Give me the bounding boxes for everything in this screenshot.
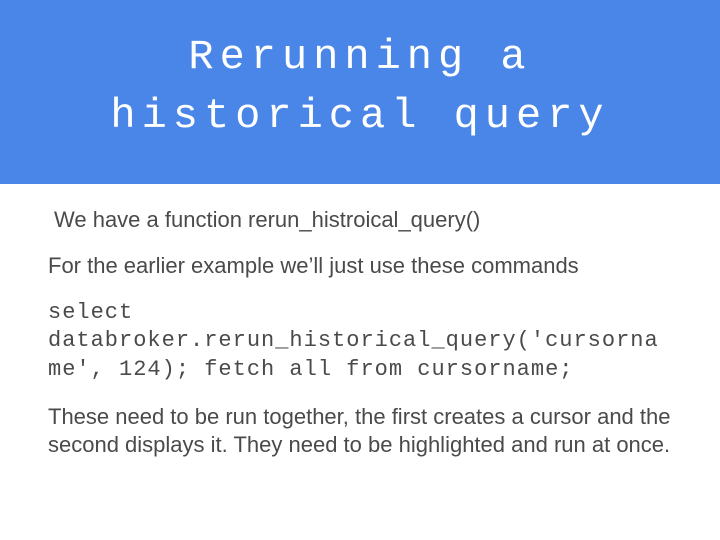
intro-text: We have a function rerun_histroical_quer…	[48, 206, 672, 235]
slide-title: Rerunning a historical query	[40, 28, 680, 146]
slide-content: We have a function rerun_histroical_quer…	[0, 184, 720, 540]
code-block: select databroker.rerun_historical_query…	[48, 299, 672, 385]
slide: Rerunning a historical query We have a f…	[0, 0, 720, 540]
note-text: These need to be run together, the first…	[48, 403, 672, 460]
example-lead: For the earlier example we’ll just use t…	[48, 252, 672, 281]
title-band: Rerunning a historical query	[0, 0, 720, 184]
